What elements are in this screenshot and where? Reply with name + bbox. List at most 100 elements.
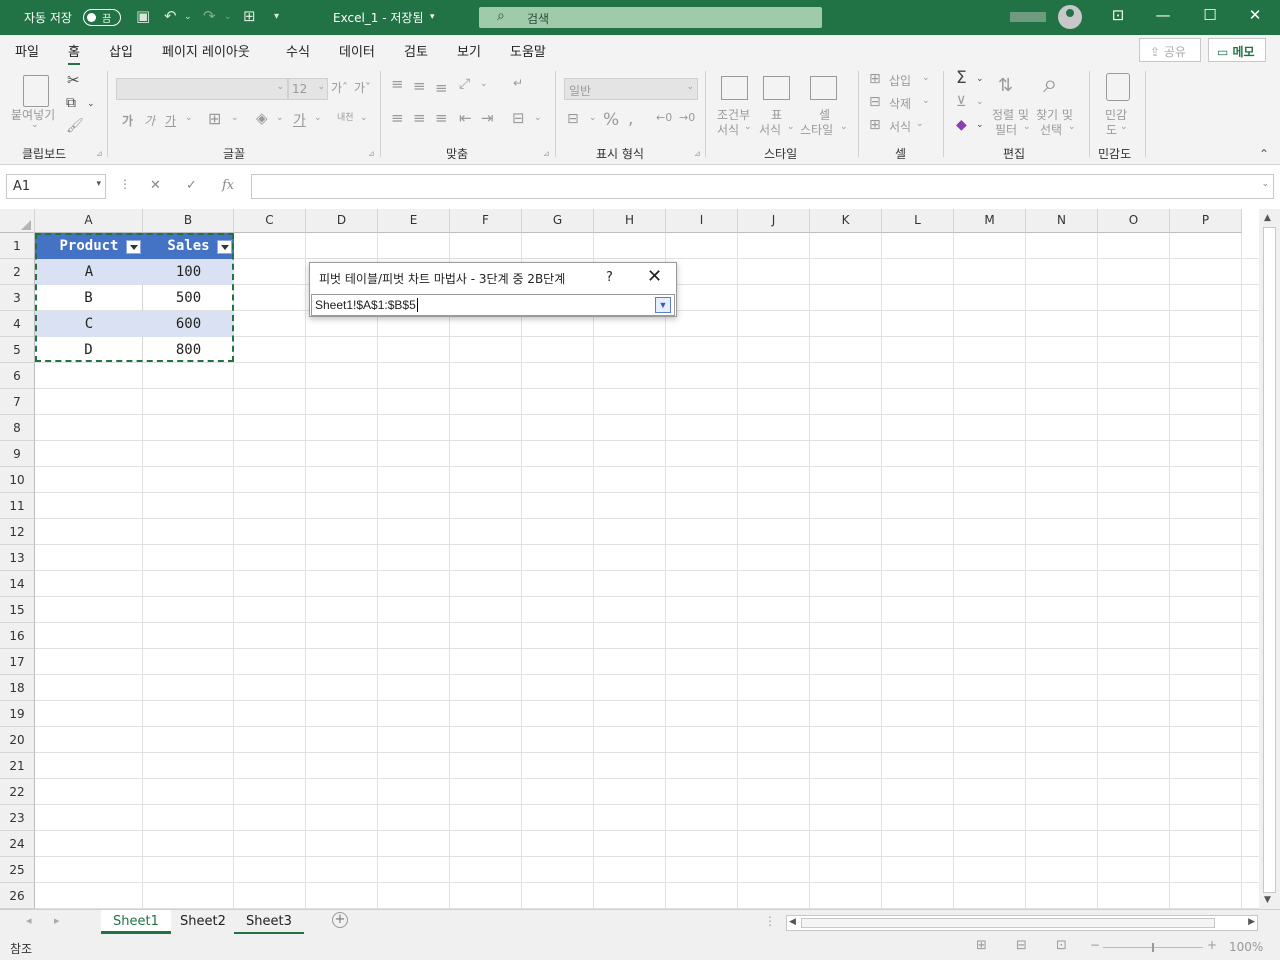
format-painter-icon[interactable]: 🖌 [66,118,84,134]
row-header-17[interactable]: 17 [0,649,35,675]
row-header-5[interactable]: 5 [0,337,35,363]
underline-dropdown-icon[interactable]: ⌄ [185,113,193,123]
font-color-dropdown-icon[interactable]: ⌄ [314,113,322,123]
column-header-p[interactable]: P [1170,209,1242,233]
font-color-icon[interactable]: 가 [293,110,306,130]
merge-dropdown-icon[interactable]: ⌄ [534,113,542,123]
column-header-i[interactable]: I [666,209,738,233]
autosum-dropdown-icon[interactable]: ⌄ [976,74,984,84]
align-top-icon[interactable]: ≡ [391,75,404,93]
row-header-14[interactable]: 14 [0,571,35,597]
horizontal-scrollbar[interactable]: ◀ ▶ [786,915,1258,931]
copy-icon[interactable]: ⧉ [66,95,76,111]
cond-format-dropdown-icon[interactable]: ⌄ [744,122,752,132]
paste-icon[interactable] [23,75,49,107]
vertical-scrollbar[interactable]: ▲ ▼ [1259,209,1280,909]
cancel-icon[interactable]: ✕ [150,178,161,193]
font-size-select[interactable]: 12 ⌄ [288,78,328,100]
sensitivity-dropdown-icon[interactable]: ⌄ [1120,122,1128,132]
align-center-icon[interactable]: ≡ [413,109,426,127]
accounting-icon[interactable]: ⊟ [567,111,579,127]
italic-button[interactable]: 가 [144,112,155,129]
autosave-toggle[interactable]: 끔 [83,9,121,26]
range-input[interactable]: Sheet1!$A$1:$B$5 ▼ [311,294,675,316]
paste-dropdown-icon[interactable]: ⌄ [31,120,39,130]
align-left-icon[interactable]: ≡ [391,109,404,127]
collapse-ribbon-icon[interactable]: ⌃ [1259,147,1269,161]
clear-dropdown-icon[interactable]: ⌄ [976,120,984,130]
avatar[interactable] [1058,5,1082,29]
clear-icon[interactable]: ◆ [956,117,967,133]
undo-icon[interactable]: ↶ [164,7,177,25]
comma-style-icon[interactable]: , [628,109,633,129]
find-select-label-2[interactable]: 선택 [1040,121,1062,138]
column-header-a[interactable]: A [35,209,143,233]
merge-center-icon[interactable]: ⊟ [512,109,525,127]
column-header-l[interactable]: L [882,209,954,233]
scroll-right-icon[interactable]: ▶ [1248,917,1255,927]
row-header-11[interactable]: 11 [0,493,35,519]
sensitivity-icon[interactable] [1106,73,1130,101]
fill-icon[interactable]: ⊻ [956,94,966,110]
scroll-left-icon[interactable]: ◀ [789,917,796,927]
row-header-4[interactable]: 4 [0,311,35,337]
expand-formula-icon[interactable]: ⌄ [1261,179,1269,189]
tab-data[interactable]: 데이터 [339,41,375,60]
bold-button[interactable]: 가 [122,112,133,129]
column-header-o[interactable]: O [1098,209,1170,233]
orientation-dropdown-icon[interactable]: ⌄ [480,79,488,89]
increase-decimal-icon[interactable]: ←0 [656,111,672,124]
row-header-3[interactable]: 3 [0,285,35,311]
find-select-dropdown-icon[interactable]: ⌄ [1068,122,1076,132]
share-button[interactable]: ⇪ 공유 [1139,38,1201,62]
row-header-22[interactable]: 22 [0,779,35,805]
normal-view-icon[interactable]: ⊞ [976,938,987,953]
row-header-23[interactable]: 23 [0,805,35,831]
row-header-6[interactable]: 6 [0,363,35,389]
comments-button[interactable]: ▭ 메모 [1208,38,1266,62]
ribbon-display-icon[interactable]: ⊡ [1103,6,1133,24]
insert-function-icon[interactable]: fx [222,178,234,193]
decrease-font-icon[interactable]: 가ˇ [354,79,371,96]
fill-color-icon[interactable]: ◈ [256,109,268,127]
page-break-view-icon[interactable]: ⊡ [1056,938,1067,953]
prev-sheet-icon[interactable]: ◂ [26,914,32,927]
column-header-b[interactable]: B [143,209,234,233]
orientation-icon[interactable]: ⤢ [459,76,470,92]
row-header-10[interactable]: 10 [0,467,35,493]
expand-dialog-icon[interactable]: ▼ [655,297,671,313]
delete-cells-label[interactable]: 삭제 [889,95,911,112]
row-header-7[interactable]: 7 [0,389,35,415]
column-header-g[interactable]: G [522,209,594,233]
format-table-icon[interactable] [763,76,790,100]
maximize-icon[interactable]: ☐ [1195,6,1225,24]
format-table-label-2[interactable]: 서식 [759,121,781,138]
sort-filter-dropdown-icon[interactable]: ⌄ [1023,122,1031,132]
row-header-12[interactable]: 12 [0,519,35,545]
row-header-2[interactable]: 2 [0,259,35,285]
format-cells-icon[interactable]: ⊞ [869,117,881,133]
row-header-13[interactable]: 13 [0,545,35,571]
format-cells-label[interactable]: 서식 [889,118,911,135]
column-header-c[interactable]: C [234,209,306,233]
insert-cells-label[interactable]: 삽입 [889,72,911,89]
delete-cells-dropdown-icon[interactable]: ⌄ [922,96,930,106]
tab-page-layout[interactable]: 페이지 레이아웃 [162,41,250,60]
zoom-in-icon[interactable]: + [1207,938,1217,952]
column-header-m[interactable]: M [954,209,1026,233]
scroll-down-icon[interactable]: ▼ [1264,895,1271,905]
zoom-slider-thumb[interactable] [1152,943,1154,952]
decrease-decimal-icon[interactable]: →0 [679,111,695,124]
redo-icon[interactable]: ↷ [203,7,216,25]
phonetic-icon[interactable]: 내천 [337,110,354,123]
splitter-icon[interactable]: ⋮ [764,914,776,928]
delete-cells-icon[interactable]: ⊟ [869,94,881,110]
scroll-thumb[interactable] [1263,227,1276,893]
redo-dropdown-icon[interactable]: ⌄ [224,12,232,22]
add-sheet-icon[interactable]: + [332,912,348,928]
zoom-level[interactable]: 100% [1229,940,1263,954]
column-header-j[interactable]: J [738,209,810,233]
column-header-e[interactable]: E [378,209,450,233]
autosum-icon[interactable]: Σ [956,68,967,88]
close-icon[interactable]: ✕ [647,266,662,287]
